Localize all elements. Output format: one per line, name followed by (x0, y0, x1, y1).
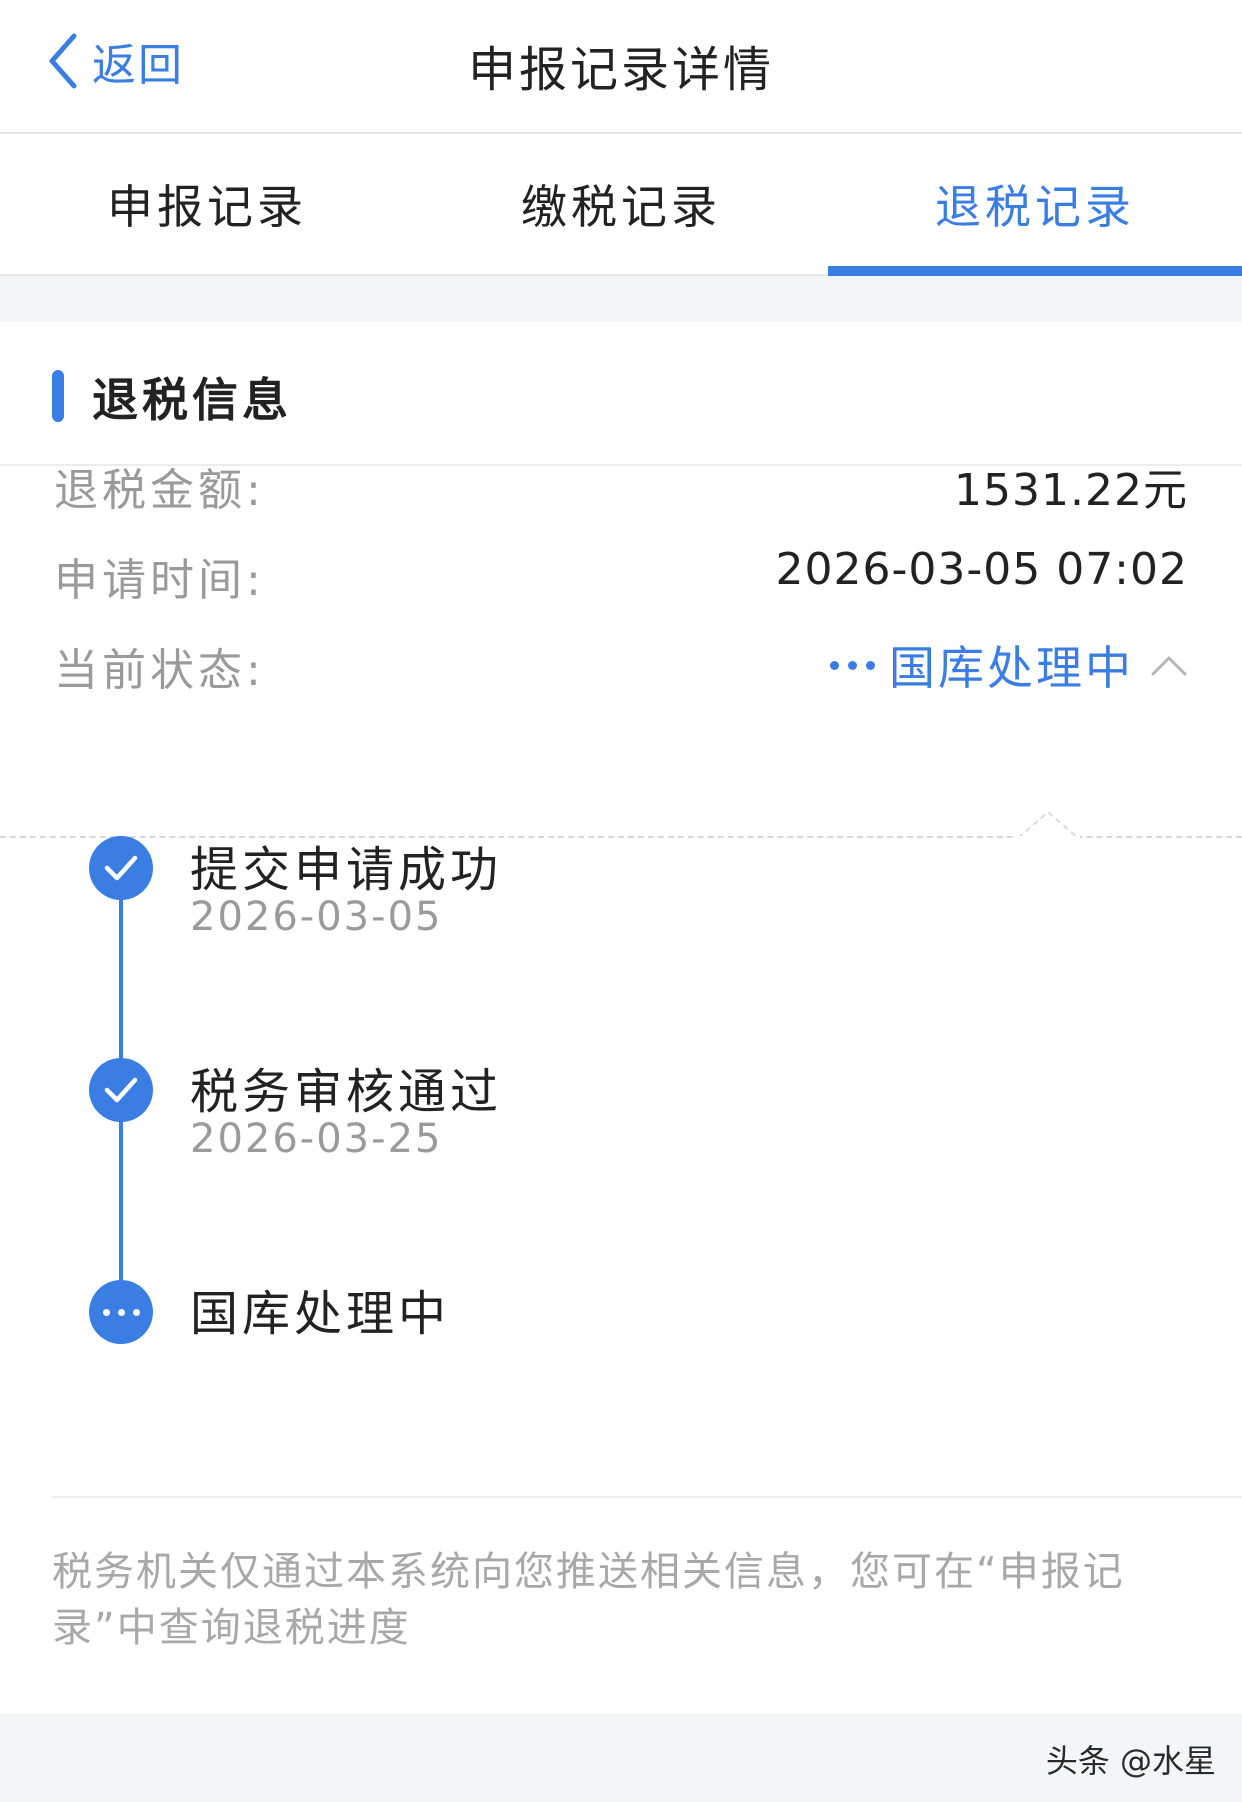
timeline-step-date: 2026-03-05 (190, 894, 443, 940)
timeline-connector (119, 1090, 123, 1312)
timeline-connector (119, 868, 123, 1090)
apply-time-label: 申请时间: (54, 555, 265, 606)
section-accent-bar (52, 370, 64, 422)
tab-declaration-records[interactable]: 申报记录 (0, 134, 414, 274)
caret-up-icon (1016, 810, 1080, 842)
info-note: 税务机关仅通过本系统向您推送相关信息，您可在“申报记录”中查询退税进度 (52, 1549, 1125, 1651)
watermark: 头条 @水星 (1045, 1742, 1216, 1780)
tab-refund-records[interactable]: 退税记录 (828, 134, 1242, 276)
record-tabs: 申报记录 缴税记录 退税记录 (0, 134, 1242, 276)
navigation-bar: 返回 申报记录详情 (0, 0, 1242, 134)
status-toggle[interactable]: 国库处理中 (830, 632, 1188, 698)
ellipsis-icon (102, 1308, 140, 1316)
page-title: 申报记录详情 (467, 42, 774, 98)
timeline-step-title: 提交申请成功 (190, 842, 503, 898)
check-icon (104, 1077, 138, 1103)
timeline-step-title: 税务审核通过 (190, 1064, 503, 1120)
apply-time-row: 申请时间: 2026-03-05 07:02 (0, 544, 1242, 614)
tab-payment-records[interactable]: 缴税记录 (414, 134, 828, 274)
refund-amount-row: 退税金额: 1531.22元 (0, 454, 1242, 524)
divider (52, 1496, 1242, 1498)
apply-time-value: 2026-03-05 07:02 (775, 544, 1188, 595)
refund-amount-value: 1531.22元 (954, 465, 1188, 516)
refund-amount-label: 退税金额: (54, 465, 265, 516)
check-icon (104, 855, 138, 881)
timeline-step-date: 2026-03-25 (190, 1116, 443, 1162)
chevron-up-icon (1151, 656, 1187, 676)
timeline-node-done (89, 1058, 153, 1122)
refund-info-card: 退税信息 退税金额: 1531.22元 申请时间: 2026-03-05 07:… (0, 322, 1242, 1714)
section-header: 退税信息 (0, 322, 1242, 466)
ellipsis-icon (830, 660, 875, 670)
section-title: 退税信息 (92, 373, 292, 427)
current-status-value: 国库处理中 (889, 641, 1134, 695)
current-status-label: 当前状态: (54, 645, 265, 696)
current-status-row: 当前状态: 国库处理中 (0, 634, 1242, 704)
timeline-step-title: 国库处理中 (190, 1286, 451, 1342)
timeline-node-in-progress (89, 1280, 153, 1344)
timeline-node-done (89, 836, 153, 900)
